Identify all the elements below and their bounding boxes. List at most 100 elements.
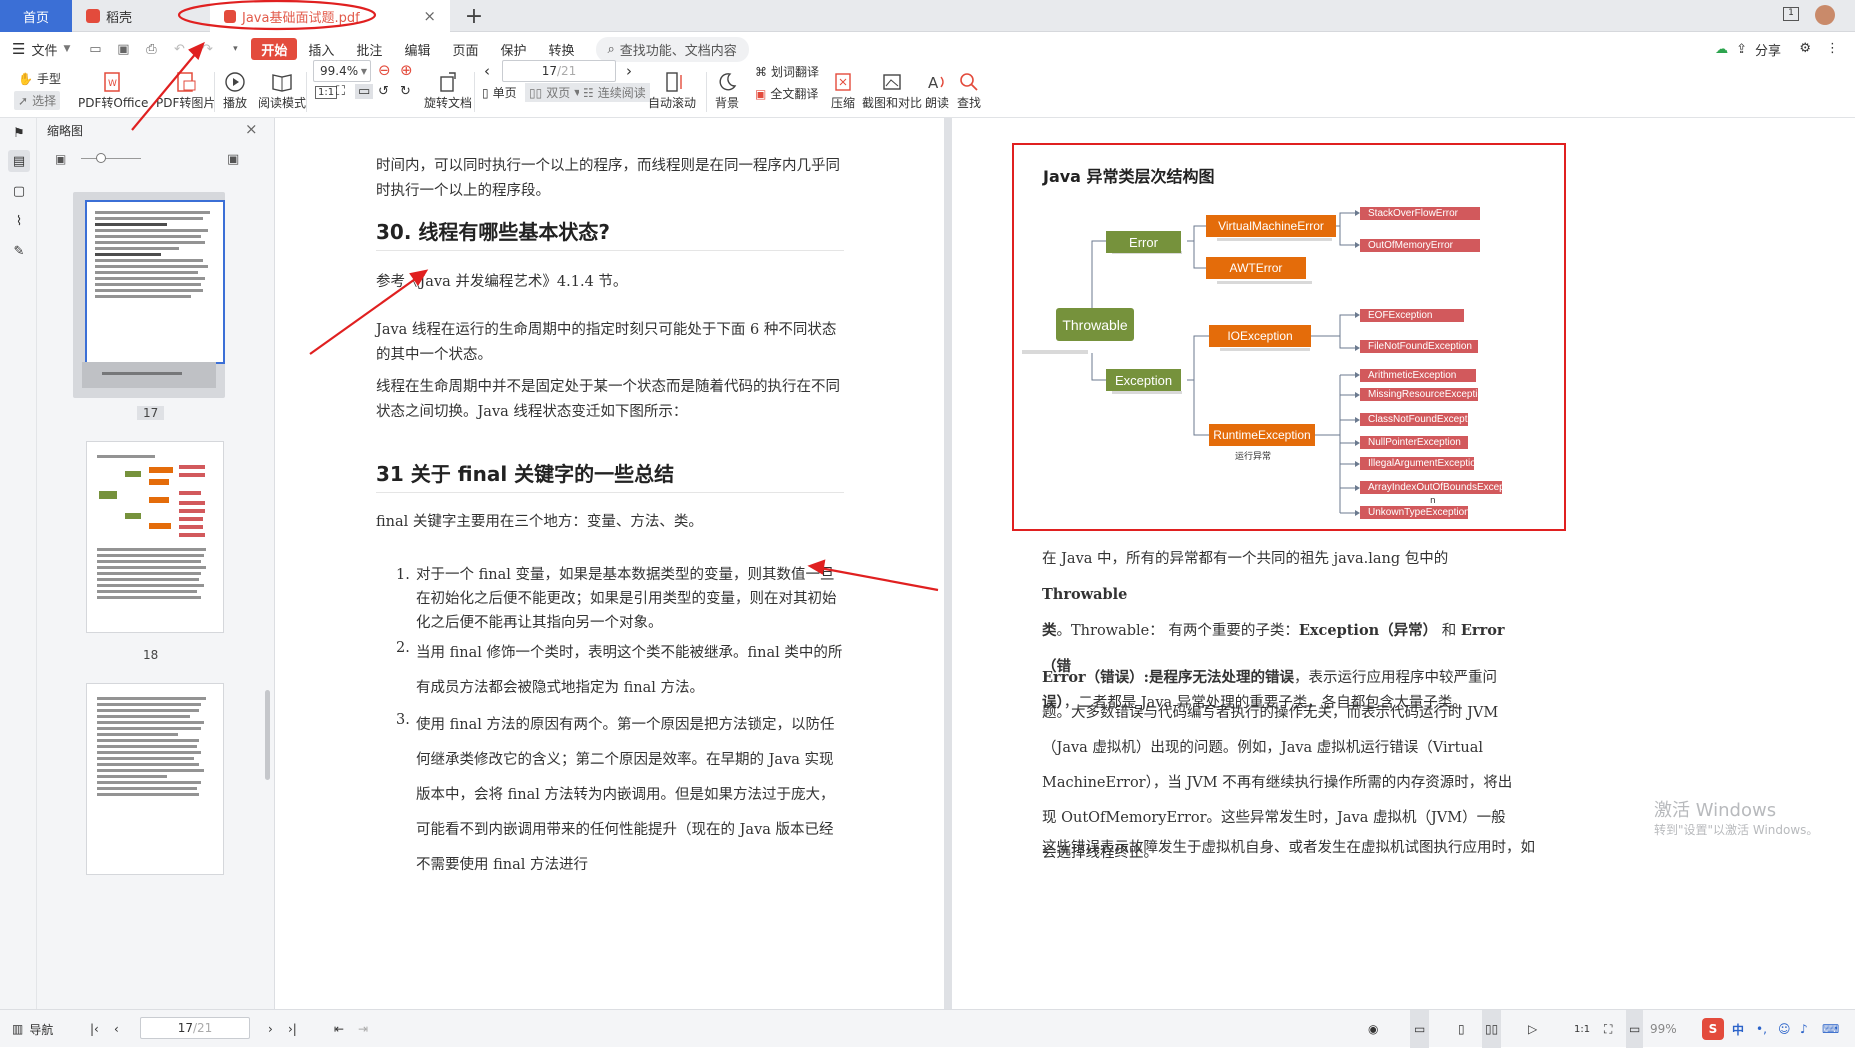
status-zoom-value[interactable]: 99%	[1650, 1010, 1677, 1048]
forward-icon[interactable]: ⇥	[358, 1010, 368, 1048]
pdf-to-image-button[interactable]: PDF转图片	[156, 70, 215, 111]
node-array-index-tail: n	[1430, 496, 1436, 506]
fit-width-icon[interactable]: ▭	[1410, 1010, 1430, 1048]
save-icon[interactable]: ▣	[115, 41, 131, 57]
thumbnail-page-19[interactable]	[87, 684, 223, 874]
page-number-input[interactable]: 17/21	[502, 60, 616, 82]
read-aloud-icon: A	[924, 70, 950, 94]
gear-icon[interactable]: ⚙	[1799, 41, 1811, 56]
menu-edit[interactable]: 编辑	[393, 38, 441, 60]
play-icon[interactable]: ▷	[1528, 1010, 1537, 1048]
zoom-out-icon[interactable]: ⊖	[378, 61, 391, 79]
eye-icon[interactable]: ◉	[1368, 1010, 1378, 1048]
signature-icon[interactable]: ✎	[8, 240, 30, 262]
next-page-icon[interactable]: ›	[626, 62, 632, 80]
single-page-icon[interactable]: ▯	[1458, 1010, 1465, 1048]
file-menu[interactable]: ☰ 文件 ▼	[0, 38, 81, 60]
pdf-to-office-button[interactable]: W PDF转Office	[78, 70, 148, 111]
hand-tool-button[interactable]: ✋ 手型	[18, 70, 61, 87]
single-page-button[interactable]: ▯ 单页	[482, 84, 517, 101]
play-button[interactable]: 播放	[222, 70, 248, 111]
undo-icon[interactable]: ↶	[171, 41, 187, 57]
first-page-icon[interactable]: |‹	[90, 1010, 99, 1048]
menu-insert[interactable]: 插入	[297, 38, 345, 60]
full-translate-button[interactable]: ▣ 全文翻译	[755, 85, 818, 102]
command-search[interactable]: ⌕ 查找功能、文档内容	[595, 36, 749, 62]
tab-home[interactable]: 首页	[0, 0, 72, 32]
thumbnail-size-slider[interactable]	[81, 158, 141, 159]
more-icon[interactable]: ⋮	[1826, 41, 1839, 56]
fit-width-icon[interactable]: ▭	[1626, 1010, 1644, 1048]
select-tool-button[interactable]: ➚ 选择	[14, 91, 61, 110]
emoji-icon[interactable]: ☺	[1778, 1010, 1791, 1048]
last-page-icon[interactable]: ›|	[288, 1010, 297, 1048]
rotate-right-icon[interactable]: ↻	[400, 84, 411, 99]
auto-scroll-button[interactable]: 自动滚动	[648, 70, 696, 111]
screenshot-compare-button[interactable]: 截图和对比	[862, 70, 922, 111]
print-icon[interactable]: ⎙	[143, 41, 159, 57]
small-thumbnail-icon[interactable]: ▣	[55, 152, 66, 166]
rotate-document-button[interactable]: 旋转文档	[424, 70, 472, 111]
thumbnail-page-18[interactable]	[87, 442, 223, 632]
menu-protect[interactable]: 保护	[489, 38, 537, 60]
word-translate-button[interactable]: ⌘ 划词翻译	[755, 63, 819, 80]
actual-size-icon[interactable]: 1:1	[1574, 1010, 1590, 1048]
menu-page[interactable]: 页面	[441, 38, 489, 60]
microphone-icon[interactable]: ♪	[1800, 1010, 1808, 1048]
bookmark-icon[interactable]: ⚑	[8, 122, 30, 144]
avatar[interactable]	[1815, 5, 1835, 25]
compress-button[interactable]: 压缩	[830, 70, 856, 111]
ime-mode-label[interactable]: 中	[1732, 1010, 1744, 1048]
back-icon[interactable]: ⇤	[334, 1010, 344, 1048]
menu-annotate[interactable]: 批注	[345, 38, 393, 60]
find-button[interactable]: 查找	[956, 70, 982, 111]
quick-access-dropdown-icon[interactable]: ▾	[227, 41, 243, 57]
attachment-icon[interactable]: ⌇	[8, 210, 30, 232]
status-page-input[interactable]: 17/21	[140, 1017, 250, 1039]
thumbnail-page-17[interactable]	[87, 202, 223, 362]
text-run: 。Throwable： 有两个重要的子类：	[1056, 623, 1299, 639]
actual-size-icon[interactable]: 1:1	[315, 86, 338, 99]
search-icon: ⌕	[607, 41, 615, 57]
previous-page-icon[interactable]: ‹	[114, 1010, 119, 1048]
zoom-select[interactable]: 99.4% ▼	[313, 60, 371, 82]
cloud-sync-icon[interactable]: ☁	[1715, 42, 1728, 57]
double-page-button[interactable]: ▯▯ 双页 ▼	[525, 83, 585, 102]
thumbnail-scrollbar[interactable]	[265, 690, 270, 780]
redo-icon[interactable]: ↷	[199, 41, 215, 57]
keyboard-icon[interactable]: ⌨	[1822, 1010, 1839, 1048]
window-count-icon[interactable]: 1	[1783, 7, 1799, 21]
read-mode-button[interactable]: 阅读模式	[258, 70, 306, 111]
read-aloud-button[interactable]: A 朗读	[924, 70, 950, 111]
tab-pdf-document[interactable]: Java基础面试题.pdf ×	[210, 0, 450, 32]
fit-width-icon[interactable]: ▭	[355, 84, 374, 99]
divider	[376, 492, 844, 493]
ime-logo-icon[interactable]: S	[1702, 1018, 1724, 1040]
node-stack-overflow-error: StackOverFlowError	[1360, 207, 1480, 220]
new-tab-button[interactable]: +	[458, 0, 490, 32]
share-button[interactable]: 分享	[1755, 40, 1781, 59]
menu-convert[interactable]: 转换	[537, 38, 585, 60]
node-throwable: Throwable	[1056, 308, 1134, 341]
thumbnail-icon[interactable]: ▤	[8, 150, 30, 172]
continuous-read-button[interactable]: ☷ 连续阅读	[579, 83, 650, 102]
punctuation-icon[interactable]: •,	[1756, 1010, 1767, 1048]
list-item: 对于一个 final 变量，如果是基本数据类型的变量，则其数值一旦在初始化之后便…	[416, 567, 837, 631]
open-folder-icon[interactable]: ▭	[87, 41, 103, 57]
background-button[interactable]: 背景	[714, 70, 740, 111]
navigation-toggle[interactable]: ▥ 导航	[12, 1010, 53, 1048]
large-thumbnail-icon[interactable]: ▣	[227, 152, 239, 167]
fit-page-icon[interactable]: ⛶	[336, 84, 345, 99]
rotate-left-icon[interactable]: ↺	[378, 84, 389, 99]
previous-page-icon[interactable]: ‹	[484, 62, 490, 80]
menu-start[interactable]: 开始	[251, 38, 298, 60]
zoom-in-icon[interactable]: ⊕	[400, 61, 413, 79]
next-page-icon[interactable]: ›	[268, 1010, 273, 1048]
close-icon[interactable]: ×	[245, 120, 258, 138]
close-tab-icon[interactable]: ×	[423, 7, 436, 25]
double-page-icon[interactable]: ▯▯	[1482, 1010, 1502, 1048]
thumbnail-size-slider-handle[interactable]	[96, 153, 106, 163]
comment-icon[interactable]: ▢	[8, 180, 30, 202]
fit-page-icon[interactable]: ⛶	[1604, 1010, 1612, 1048]
tab-docer[interactable]: 稻壳	[72, 0, 210, 32]
